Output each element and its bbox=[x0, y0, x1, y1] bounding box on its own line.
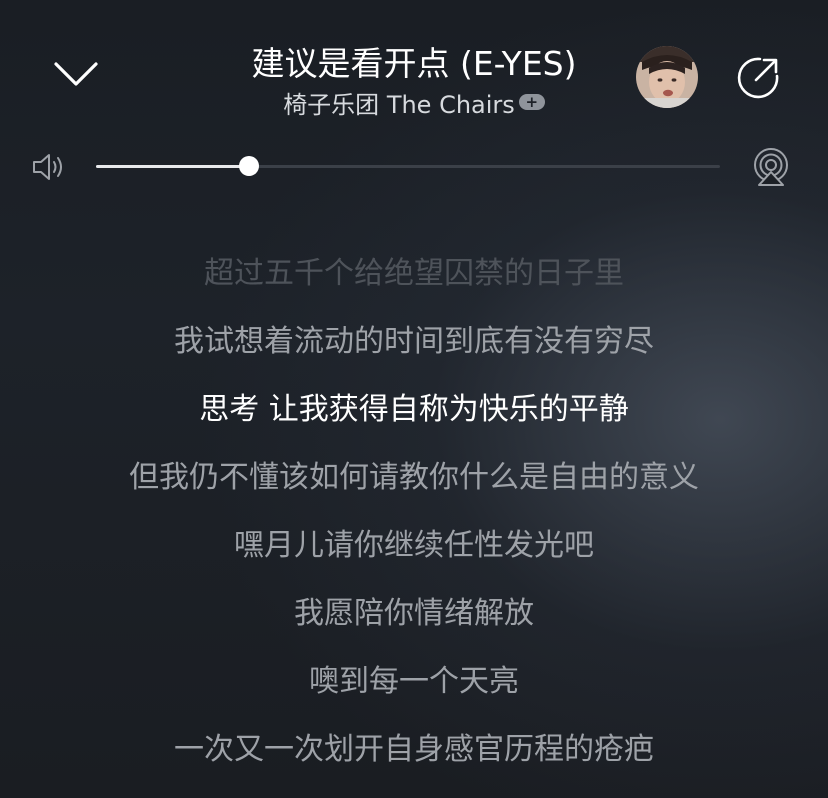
avatar-image bbox=[636, 46, 698, 108]
volume-control bbox=[0, 140, 828, 192]
volume-fill bbox=[96, 165, 249, 168]
lyric-line[interactable]: 但我仍不懂该如何请教你什么是自由的意义 bbox=[0, 444, 828, 512]
artist-name[interactable]: 椅子乐团 The Chairs bbox=[283, 85, 515, 120]
lyric-line[interactable]: 噢到每一个天亮 bbox=[0, 648, 828, 716]
volume-slider[interactable] bbox=[96, 156, 720, 176]
lyric-line[interactable]: 一次又一次划开自身感官历程的疮疤 bbox=[0, 716, 828, 784]
artist-row: 椅子乐团 The Chairs + bbox=[180, 85, 648, 120]
share-button[interactable] bbox=[734, 54, 782, 102]
airplay-icon bbox=[754, 148, 788, 186]
volume-knob[interactable] bbox=[238, 156, 259, 176]
lyric-line-current[interactable]: 思考 让我获得自称为快乐的平静 bbox=[0, 376, 828, 444]
airplay-button[interactable] bbox=[750, 148, 792, 186]
speaker-icon[interactable] bbox=[30, 150, 70, 184]
collapse-button[interactable] bbox=[48, 50, 104, 98]
lyric-line[interactable]: 我试想着流动的时间到底有没有穷尽 bbox=[0, 308, 828, 376]
song-info: 建议是看开点 (E-YES) 椅子乐团 The Chairs + bbox=[180, 42, 648, 120]
player-header: 建议是看开点 (E-YES) 椅子乐团 The Chairs + bbox=[0, 0, 828, 130]
follow-artist-button[interactable]: + bbox=[518, 94, 545, 110]
share-icon bbox=[737, 57, 779, 99]
song-title: 建议是看开点 (E-YES) bbox=[251, 44, 577, 83]
lyrics-list: 超过五千个给绝望囚禁的日子里 我试想着流动的时间到底有没有穷尽 思考 让我获得自… bbox=[0, 240, 828, 784]
chevron-down-icon bbox=[54, 62, 98, 86]
artist-avatar[interactable] bbox=[636, 46, 698, 108]
lyric-line[interactable]: 我愿陪你情绪解放 bbox=[0, 580, 828, 648]
lyric-line[interactable]: 嘿月儿请你继续任性发光吧 bbox=[0, 512, 828, 580]
lyric-line[interactable]: 超过五千个给绝望囚禁的日子里 bbox=[0, 240, 828, 308]
